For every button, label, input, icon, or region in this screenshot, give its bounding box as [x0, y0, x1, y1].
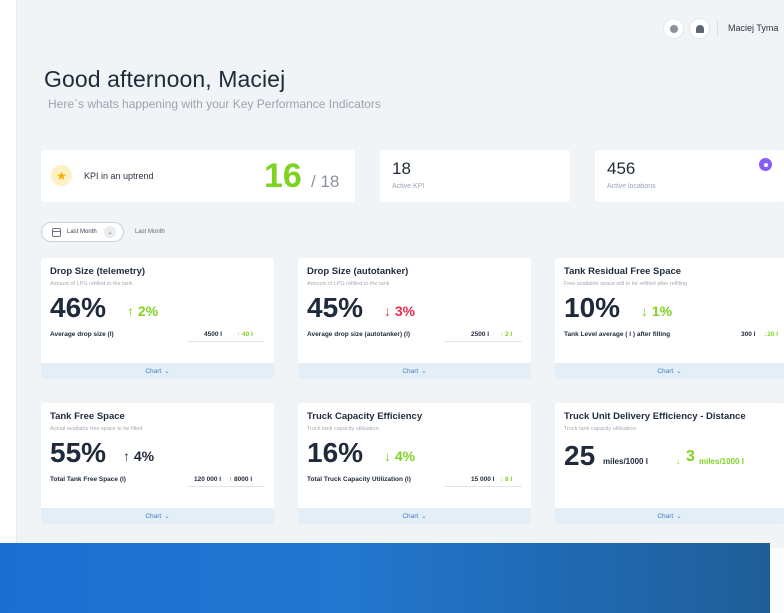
chart-toggle-button[interactable]: Chart ⌄: [555, 508, 784, 524]
divider: [444, 341, 522, 342]
kpi-card-tank-residual-free-space: Tank Residual Free Space Free available …: [555, 258, 784, 379]
kpi-metric-label: Average drop size (autotanker) (l): [307, 331, 411, 338]
chevron-down-icon: ⌄: [164, 513, 170, 520]
kpi-title: Truck Capacity Efficiency: [307, 411, 423, 422]
uptrend-total: / 18: [311, 172, 340, 191]
period-filter-dropdown[interactable]: Last Month ⌄: [41, 222, 124, 242]
settings-icon[interactable]: [663, 18, 684, 39]
kpi-card-truck-capacity-efficiency: Truck Capacity Efficiency Truck tank cap…: [298, 403, 531, 524]
blue-footer-band: [0, 543, 770, 613]
chart-toggle-label: Chart: [657, 512, 674, 520]
chevron-down-icon: ⌄: [676, 513, 682, 520]
kpi-trend: ↑ 4%: [123, 448, 155, 464]
kpi-value: 10%: [564, 292, 621, 323]
chart-toggle-label: Chart: [145, 367, 162, 375]
kpi-card-drop-size-autotanker: Drop Size (autotanker) Amount of LPG ref…: [298, 258, 531, 379]
chart-toggle-label: Chart: [402, 367, 419, 375]
chart-toggle-button[interactable]: Chart ⌄: [41, 363, 274, 379]
active-locations-card: 456 Active locations: [595, 150, 784, 202]
kpi-uptrend-card: ★ KPI in an uptrend 16 / 18: [41, 150, 355, 202]
kpi-metric-value: 300 l: [741, 331, 756, 338]
kpi-description: Amount of LPG refilled to the tank: [307, 281, 390, 287]
uptrend-label: KPI in an uptrend: [84, 171, 154, 181]
kpi-metric-value: 15 000 l: [471, 476, 495, 483]
kpi-metric-label: Total Tank Free Space (l): [50, 476, 126, 483]
chevron-down-icon: ⌄: [421, 513, 427, 520]
period-filter-value: Last Month: [67, 229, 97, 235]
divider: [717, 21, 718, 36]
location-pin-icon: [759, 158, 772, 171]
kpi-metric-label: Average drop size (l): [50, 331, 114, 338]
kpi-value: 55%: [50, 437, 107, 468]
calendar-icon: [52, 228, 61, 237]
chevron-down-icon: ⌄: [164, 368, 170, 375]
kpi-trend: ↑ 2%: [127, 303, 159, 319]
period-filter-note: Last Month: [135, 229, 165, 235]
locations-value: 456: [607, 159, 636, 178]
kpi-value: 25: [564, 440, 596, 471]
kpi-value-unit: miles/1000 l: [603, 457, 648, 466]
kpi-description: Truck tank capacity utilisation.: [307, 426, 381, 432]
kpi-trend-unit: miles/1000 l: [699, 457, 744, 466]
kpi-metric-value: 2500 l: [471, 331, 490, 338]
kpi-value: 45%: [307, 292, 364, 323]
kpi-trend: ↓ 4%: [384, 448, 416, 464]
kpi-trend: ↓ 1%: [641, 303, 673, 319]
kpi-value: 16%: [307, 437, 364, 468]
divider: [187, 341, 265, 342]
chart-toggle-button[interactable]: Chart ⌄: [298, 363, 531, 379]
user-name[interactable]: Maciej Tyma: [728, 23, 778, 33]
kpi-metric-change: ↑ 2 l: [500, 331, 513, 338]
chevron-down-icon: ⌄: [421, 368, 427, 375]
kpi-card-truck-unit-delivery-efficiency: Truck Unit Delivery Efficiency - Distanc…: [555, 403, 784, 524]
page-title: Good afternoon, Maciej: [44, 66, 286, 92]
kpi-card-drop-size-telemetry: Drop Size (telemetry) Amount of LPG refi…: [41, 258, 274, 379]
kpi-metric-change: ↓20 l: [764, 331, 779, 338]
kpi-metric-change: ↑ 40 l: [237, 331, 253, 338]
kpi-title: Tank Free Space: [50, 411, 125, 422]
kpi-metric-change: ↓ 8 l: [500, 476, 513, 483]
divider: [444, 486, 522, 487]
kpi-description: Amount of LPG refilled to the tank: [50, 281, 133, 287]
top-bar: Maciej Tyma: [17, 0, 784, 50]
chevron-down-icon: ⌄: [104, 226, 116, 238]
kpi-metric-value: 120 000 l: [194, 476, 222, 483]
trend-down-arrow: ↓: [676, 457, 680, 466]
chart-toggle-label: Chart: [145, 512, 162, 520]
kpi-value: 46%: [50, 292, 107, 323]
uptrend-count: 16: [264, 157, 302, 195]
page-subtitle: Here`s whats happening with your Key Per…: [48, 97, 381, 111]
chart-toggle-label: Chart: [402, 512, 419, 520]
active-kpi-value: 18: [392, 159, 411, 178]
kpi-metric-label: Total Truck Capacity Utilization (l): [307, 476, 411, 483]
chart-toggle-button[interactable]: Chart ⌄: [555, 363, 784, 379]
chevron-down-icon: ⌄: [676, 368, 682, 375]
left-sidebar-rail: [0, 0, 17, 548]
kpi-description: Actual available free space to be filled: [50, 426, 143, 432]
kpi-title: Drop Size (telemetry): [50, 266, 146, 277]
star-icon: ★: [51, 165, 72, 186]
chart-toggle-button[interactable]: Chart ⌄: [41, 508, 274, 524]
chart-toggle-label: Chart: [657, 367, 674, 375]
kpi-trend: ↓ 3%: [384, 303, 416, 319]
notification-bell-icon[interactable]: [689, 18, 710, 39]
kpi-card-tank-free-space: Tank Free Space Actual available free sp…: [41, 403, 274, 524]
chart-toggle-button[interactable]: Chart ⌄: [298, 508, 531, 524]
kpi-metric-change: ↑ 8000 l: [229, 476, 253, 483]
kpi-description: Free available space still to be refille…: [564, 281, 688, 287]
kpi-metric-value: 4500 l: [204, 331, 223, 338]
kpi-description: Truck tank capacity utilisation.: [564, 426, 638, 432]
divider: [187, 486, 265, 487]
active-kpi-card: 18 Active KPI: [380, 150, 570, 202]
kpi-trend: 3: [686, 448, 695, 465]
locations-label: Active locations: [607, 183, 656, 190]
dashboard-page: Maciej Tyma Good afternoon, Maciej Here`…: [17, 0, 784, 548]
kpi-metric-label: Tank Level average ( l ) after filling: [564, 331, 671, 338]
kpi-title: Drop Size (autotanker): [307, 266, 409, 277]
active-kpi-label: Active KPI: [392, 183, 425, 190]
kpi-title: Truck Unit Delivery Efficiency - Distanc…: [564, 411, 746, 422]
kpi-title: Tank Residual Free Space: [564, 266, 682, 277]
